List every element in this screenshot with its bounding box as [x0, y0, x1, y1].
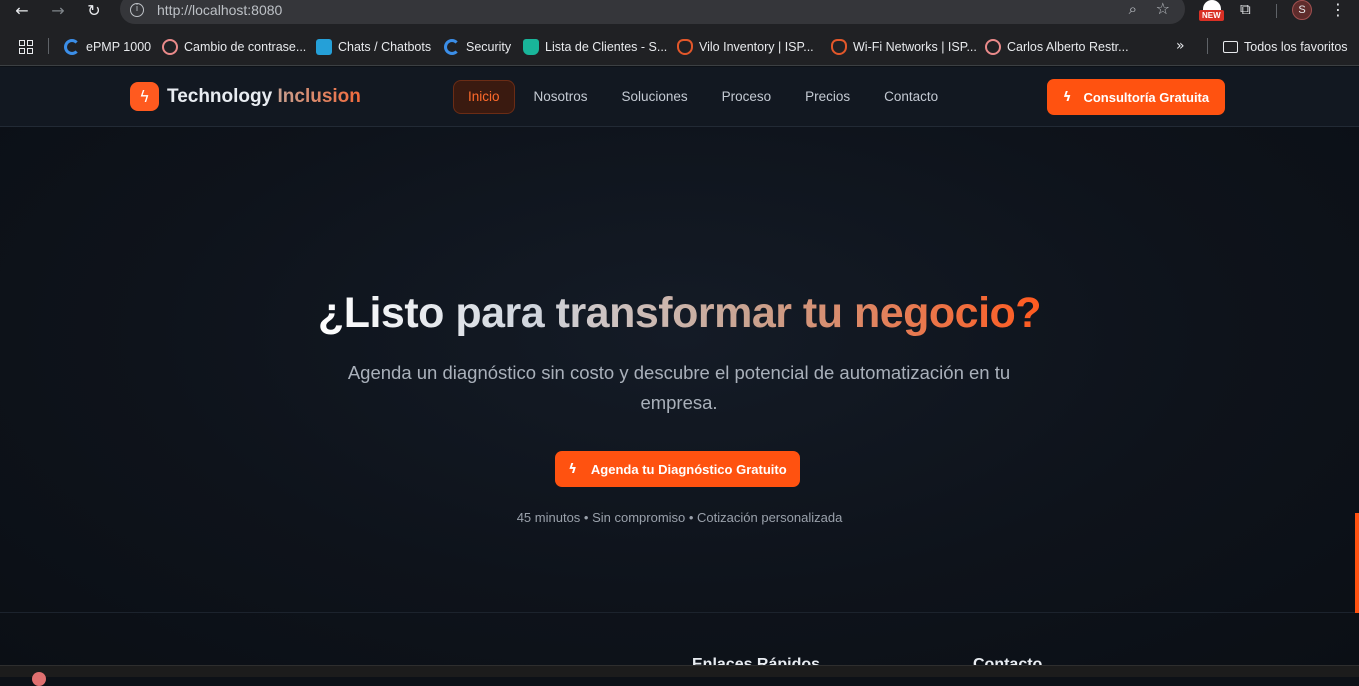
bookmark-label: Cambio de contrase...: [184, 40, 307, 54]
bookmark-label: Vilo Inventory | ISP...: [699, 40, 814, 54]
schedule-diagnosis-label: Agenda tu Diagnóstico Gratuito: [590, 461, 787, 477]
hero-subtitle: Agenda un diagnóstico sin costo y descub…: [347, 362, 1011, 413]
bookmark-label: Lista de Clientes - S...: [545, 40, 668, 54]
site-header: ϟ Technology Inclusion Inicio Nosotros S…: [0, 67, 1359, 127]
hero-title-text: ¿Listo para transformar tu negocio?: [317, 289, 1042, 337]
wolf-icon: [831, 39, 847, 55]
browser-toolbar: ← → ↻ i http://localhost:8080 ⌕ ☆ NEW ⧉ …: [0, 0, 1359, 28]
bookmark-label: Wi-Fi Networks | ISP...: [853, 40, 977, 54]
main-nav: Inicio Nosotros Soluciones Proceso Preci…: [453, 80, 957, 114]
back-icon[interactable]: ←: [10, 0, 34, 20]
new-badge: NEW: [1199, 10, 1224, 21]
taskbar-app-icon[interactable]: [32, 672, 46, 686]
free-consultation-button[interactable]: ϟ Consultoría Gratuita: [1047, 79, 1225, 115]
wolf-icon: [677, 39, 693, 55]
bookmark-chats[interactable]: Chats / Chatbots: [316, 38, 431, 56]
bookmark-label: ePMP 1000: [86, 40, 152, 54]
site-info-icon[interactable]: i: [130, 3, 144, 17]
bookmark-label: Carlos Alberto Restr...: [1007, 40, 1129, 54]
lightning-bolt-icon: ϟ: [130, 82, 159, 111]
nav-precios[interactable]: Precios: [790, 80, 865, 114]
address-bar[interactable]: i http://localhost:8080 ⌕ ☆: [120, 0, 1185, 24]
no-access-icon: [162, 39, 178, 55]
nav-contacto[interactable]: Contacto: [869, 80, 953, 114]
reload-icon[interactable]: ↻: [82, 0, 106, 20]
chat-icon: [316, 39, 332, 55]
schedule-diagnosis-button[interactable]: ϟ Agenda tu Diagnóstico Gratuito: [555, 451, 800, 487]
extensions-puzzle-icon[interactable]: ⧉: [1240, 0, 1251, 18]
bookmark-lista-clientes[interactable]: Lista de Clientes - S...: [523, 38, 667, 56]
apps-grid-icon[interactable]: [19, 40, 33, 54]
page-viewport: ϟ Technology Inclusion Inicio Nosotros S…: [0, 67, 1359, 665]
folder-icon: [1223, 41, 1238, 53]
bookmark-label: Security: [466, 40, 512, 54]
nav-proceso[interactable]: Proceso: [707, 80, 787, 114]
forward-icon[interactable]: →: [46, 0, 70, 20]
lightning-bolt-icon: ϟ: [1062, 89, 1072, 105]
bookmark-epmp[interactable]: ePMP 1000: [64, 38, 151, 56]
section-divider: [0, 612, 1359, 613]
cambium-icon: [444, 39, 460, 55]
hero-title: ¿Listo para transformar tu negocio?: [0, 289, 1359, 338]
bookmarks-divider: [48, 38, 49, 54]
zoom-icon[interactable]: ⌕: [1129, 0, 1137, 18]
bucket-icon: [523, 39, 539, 55]
toolbar-divider: [1276, 4, 1277, 18]
bookmark-carlos-alberto[interactable]: Carlos Alberto Restr...: [985, 38, 1129, 56]
footer-links-heading: Enlaces Rápidos: [692, 657, 820, 665]
all-bookmarks-label: Todos los favoritos: [1244, 40, 1348, 54]
bookmarks-bar: ePMP 1000 Cambio de contrase... Chats / …: [0, 28, 1359, 66]
free-consultation-label: Consultoría Gratuita: [1083, 89, 1210, 105]
bookmark-security[interactable]: Security: [444, 38, 511, 56]
no-access-icon: [985, 39, 1001, 55]
nav-inicio[interactable]: Inicio: [453, 80, 515, 114]
extension-ghost-icon[interactable]: NEW: [1199, 0, 1225, 22]
all-bookmarks-folder[interactable]: Todos los favoritos: [1223, 38, 1348, 56]
lightning-bolt-icon: ϟ: [568, 461, 577, 477]
footer-contact-heading: Contacto: [973, 657, 1042, 665]
bookmark-wifi-networks[interactable]: Wi-Fi Networks | ISP...: [831, 38, 977, 56]
bookmarks-divider: [1207, 38, 1208, 54]
nav-nosotros[interactable]: Nosotros: [519, 80, 603, 114]
bookmark-star-icon[interactable]: ☆: [1156, 0, 1170, 18]
more-bookmarks-icon[interactable]: »: [1176, 38, 1185, 54]
cambium-icon: [64, 39, 80, 55]
nav-soluciones[interactable]: Soluciones: [607, 80, 703, 114]
brand-accent-text: Inclusion: [277, 85, 361, 107]
brand-logo[interactable]: ϟ Technology Inclusion: [130, 82, 361, 111]
taskbar: [0, 665, 1359, 686]
brand-main-text: Technology: [167, 85, 273, 107]
hero-note: 45 minutos • Sin compromiso • Cotización…: [516, 510, 843, 525]
bookmark-label: Chats / Chatbots: [338, 40, 432, 54]
profile-avatar[interactable]: S: [1292, 0, 1312, 20]
browser-menu-icon[interactable]: ⋮: [1330, 0, 1346, 19]
scrollbar-thumb[interactable]: [1355, 513, 1359, 613]
url-text[interactable]: http://localhost:8080: [157, 2, 282, 18]
brand-name: Technology Inclusion: [167, 86, 361, 108]
bookmark-vilo-inventory[interactable]: Vilo Inventory | ISP...: [677, 38, 814, 56]
bookmark-cambio-contrasena[interactable]: Cambio de contrase...: [162, 38, 306, 56]
